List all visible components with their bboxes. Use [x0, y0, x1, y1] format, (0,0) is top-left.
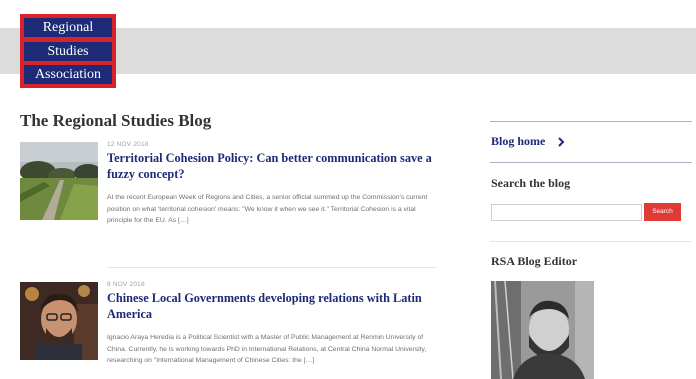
blog-home-label: Blog home [491, 134, 546, 148]
post-thumbnail-landscape[interactable] [20, 142, 98, 220]
chevron-right-icon [557, 136, 565, 147]
logo-line-regional: Regional [24, 18, 112, 37]
search-heading: Search the blog [491, 176, 571, 190]
logo-line-studies: Studies [24, 41, 112, 61]
blog-editor-photo [491, 281, 594, 379]
blog-home-link[interactable]: Blog home [491, 134, 565, 149]
sidebar-divider [490, 162, 692, 163]
sidebar-divider [490, 121, 692, 122]
rsa-logo[interactable]: Regional Studies Association [20, 14, 116, 88]
post-excerpt: Ignacio Araya Heredia is a Political Sci… [107, 334, 427, 364]
post-title-link[interactable]: Chinese Local Governments developing rel… [107, 290, 440, 322]
post-date: 8 NOV 2018 [107, 281, 145, 288]
post-excerpt: At the recent European Week of Regions a… [107, 194, 428, 224]
post-title-link[interactable]: Territorial Cohesion Policy: Can better … [107, 150, 440, 182]
post-divider [107, 267, 437, 268]
post-thumbnail-author-portrait[interactable] [20, 282, 98, 360]
sidebar-divider [490, 241, 692, 242]
page-title: The Regional Studies Blog [20, 111, 212, 130]
blog-search-input[interactable] [491, 204, 642, 221]
search-button[interactable]: Search [644, 203, 681, 221]
post-date: 12 NOV 2018 [107, 141, 149, 148]
editor-heading: RSA Blog Editor [491, 254, 578, 268]
logo-line-association: Association [24, 65, 112, 84]
